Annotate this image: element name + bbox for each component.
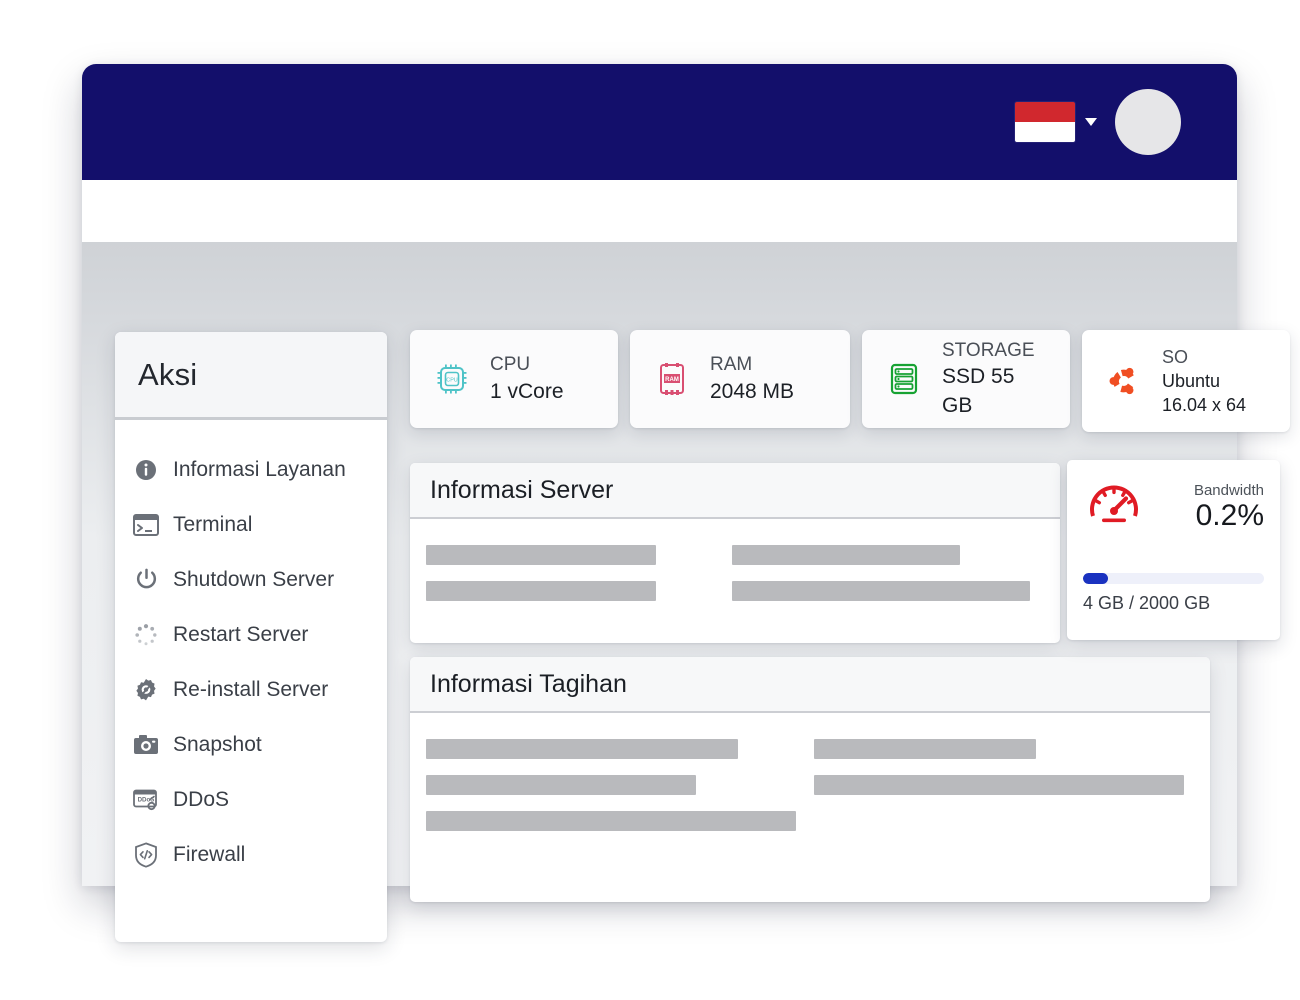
skeleton-bar	[426, 775, 696, 795]
panel-body	[410, 519, 1060, 641]
terminal-icon	[133, 512, 159, 538]
skeleton-bar	[426, 581, 656, 601]
spec-card-text: STORAGE SSD 55 GB	[942, 338, 1046, 420]
ubuntu-logo-icon	[1104, 361, 1144, 401]
bandwidth-label: Bandwidth	[1193, 482, 1264, 499]
speedometer-icon	[1083, 476, 1145, 538]
camera-icon	[133, 732, 159, 758]
spec-card-text: CPU 1 vCore	[490, 352, 564, 406]
main-content-area: Aksi Informasi Layanan Terminal Shutdown…	[82, 242, 1290, 942]
sidebar-menu: Informasi Layanan Terminal Shutdown Serv…	[115, 420, 387, 882]
app-window: Aksi Informasi Layanan Terminal Shutdown…	[82, 64, 1290, 942]
screenshot-stage: Aksi Informasi Layanan Terminal Shutdown…	[0, 0, 1300, 1000]
gear-reinstall-icon	[133, 677, 159, 703]
sidebar-item-reinstall-server[interactable]: Re-install Server	[115, 662, 387, 717]
sidebar-item-label: Shutdown Server	[173, 567, 335, 591]
sidebar-item-label: Snapshot	[173, 732, 262, 756]
sidebar-item-label: Terminal	[173, 512, 253, 536]
skeleton-col	[426, 739, 814, 831]
spec-card-text: SO Ubuntu 16.04 x 64	[1162, 345, 1246, 418]
sidebar-item-label: Restart Server	[173, 622, 309, 646]
spec-value-secondary: 16.04 x 64	[1162, 395, 1247, 416]
sidebar-title: Aksi	[138, 356, 198, 392]
sidebar-item-firewall[interactable]: Firewall	[115, 827, 387, 882]
svg-text:RAM: RAM	[665, 377, 679, 383]
sidebar-panel: Aksi Informasi Layanan Terminal Shutdown…	[115, 332, 387, 942]
spec-card-os: SO Ubuntu 16.04 x 64	[1082, 330, 1290, 432]
top-navbar	[82, 64, 1237, 180]
language-selector[interactable]	[1015, 102, 1097, 142]
skeleton-col	[426, 545, 732, 601]
sidebar-item-snapshot[interactable]: Snapshot	[115, 717, 387, 772]
sidebar-item-ddos[interactable]: DDoS DDoS	[115, 772, 387, 827]
sidebar-item-label: DDoS	[173, 787, 230, 811]
spec-value: 1 vCore	[490, 379, 564, 403]
bandwidth-progress-track	[1083, 573, 1264, 584]
spec-label: STORAGE	[942, 339, 1035, 361]
bandwidth-usage-text: 4 GB / 2000 GB	[1083, 593, 1211, 613]
skeleton-bar	[426, 811, 796, 831]
chevron-down-icon[interactable]	[1085, 118, 1097, 126]
indonesia-flag-icon	[1015, 102, 1075, 142]
spec-value: SSD 55 GB	[942, 365, 1015, 417]
panel-informasi-tagihan: Informasi Tagihan	[410, 657, 1210, 902]
bandwidth-widget: Bandwidth 0.2% 4 GB / 2000 GB	[1067, 460, 1280, 640]
skeleton-bar	[426, 545, 656, 565]
sidebar-item-shutdown-server[interactable]: Shutdown Server	[115, 552, 387, 607]
spec-value: Ubuntu	[1162, 370, 1221, 391]
ddos-window-icon: DDoS	[133, 787, 159, 813]
panel-header: Informasi Server	[410, 463, 1060, 519]
database-icon	[884, 359, 924, 399]
panel-body	[410, 713, 1210, 871]
ram-stick-icon: RAM	[652, 359, 692, 399]
sidebar-header: Aksi	[115, 332, 387, 420]
panel-header: Informasi Tagihan	[410, 657, 1210, 713]
skeleton-bar	[814, 775, 1185, 795]
svg-text:CPU: CPU	[446, 377, 457, 383]
spec-label: RAM	[710, 354, 753, 375]
flag-stripe-white	[1015, 122, 1075, 142]
skeleton-bar	[426, 739, 738, 759]
navbar-right-controls	[1015, 89, 1237, 155]
skeleton-bar	[732, 581, 1030, 601]
info-circle-icon	[133, 457, 159, 483]
bandwidth-readout: Bandwidth 0.2%	[1155, 482, 1264, 532]
panel-informasi-server: Informasi Server	[410, 463, 1060, 643]
skeleton-bar	[814, 739, 1037, 759]
bandwidth-header: Bandwidth 0.2%	[1083, 476, 1264, 538]
spec-card-ram: RAM RAM 2048 MB	[630, 330, 850, 428]
skeleton-col	[814, 739, 1188, 831]
skeleton-bar	[732, 545, 960, 565]
spec-card-cpu: CPU CPU 1 vCore	[410, 330, 618, 428]
sidebar-item-label: Informasi Layanan	[173, 457, 346, 481]
flag-stripe-red	[1015, 102, 1075, 122]
cpu-chip-icon: CPU	[432, 359, 472, 399]
skeleton-row	[426, 739, 1188, 831]
sidebar-item-label: Re-install Server	[173, 677, 329, 701]
skeleton-col	[732, 545, 1038, 601]
spec-card-storage: STORAGE SSD 55 GB	[862, 330, 1070, 428]
power-icon	[133, 567, 159, 593]
shield-code-icon	[133, 841, 159, 868]
panel-title: Informasi Server	[430, 475, 614, 504]
server-spec-cards: CPU CPU 1 vCore RAM RAM 2048 MB STORAGE …	[410, 330, 1290, 432]
spec-label: CPU	[490, 354, 531, 375]
bandwidth-percent: 0.2%	[1195, 499, 1264, 532]
user-avatar[interactable]	[1115, 89, 1181, 155]
sidebar-item-restart-server[interactable]: Restart Server	[115, 607, 387, 662]
spinner-restart-icon	[133, 622, 159, 648]
spec-card-text: RAM 2048 MB	[710, 352, 794, 406]
spec-label: SO	[1162, 346, 1189, 367]
navbar-under-strip	[82, 180, 1237, 242]
sidebar-item-terminal[interactable]: Terminal	[115, 497, 387, 552]
sidebar-item-label: Firewall	[173, 842, 246, 866]
bandwidth-progress-fill	[1083, 573, 1109, 584]
sidebar-item-informasi-layanan[interactable]: Informasi Layanan	[115, 442, 387, 497]
panel-title: Informasi Tagihan	[430, 669, 627, 698]
skeleton-row	[426, 545, 1038, 601]
spec-value: 2048 MB	[710, 379, 795, 403]
